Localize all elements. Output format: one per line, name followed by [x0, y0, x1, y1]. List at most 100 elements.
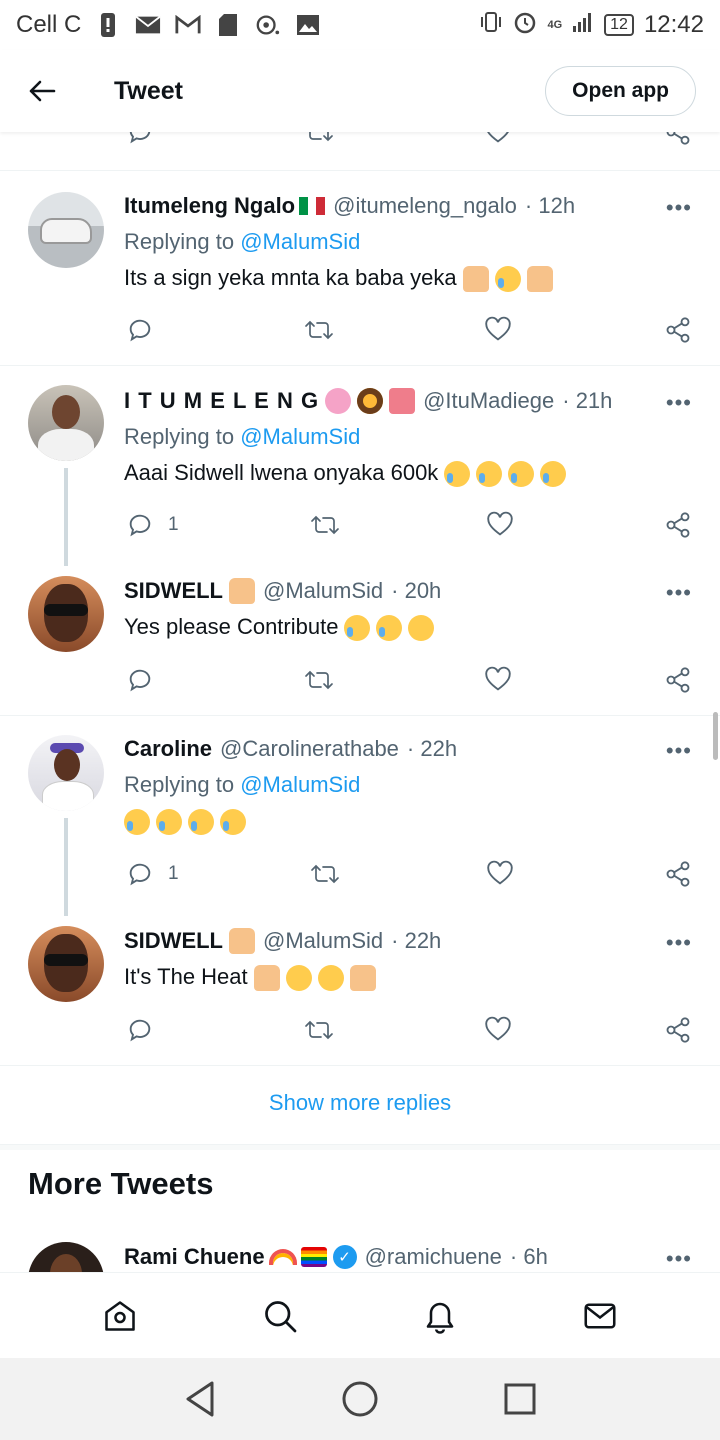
tweet-item[interactable]: Caroline @Carolinerathabe · 22h ••• Repl… — [0, 716, 720, 916]
mention-link[interactable]: @MalumSid — [240, 772, 360, 797]
vibrate-icon — [479, 11, 503, 40]
avatar[interactable] — [28, 735, 104, 811]
nav-back-triangle-icon[interactable] — [170, 1369, 230, 1429]
avatar[interactable] — [28, 926, 104, 1002]
status-bar: Cell C 4G 12 12:42 — [0, 0, 720, 50]
show-more-replies-link[interactable]: Show more replies — [0, 1090, 720, 1116]
user-handle[interactable]: @MalumSid — [263, 928, 383, 954]
tweet-item[interactable]: Itumeleng Ngalo @itumeleng_ngalo · 12h •… — [0, 171, 720, 366]
mention-link[interactable]: @MalumSid — [240, 229, 360, 254]
tweet-item[interactable]: Rami Chuene ✓ @ramichuene · 6h ••• — [0, 1232, 720, 1272]
nav-home-circle-icon[interactable] — [330, 1369, 390, 1429]
display-name[interactable]: I T U M E L E N G — [124, 388, 319, 414]
replying-to: Replying to @MalumSid — [124, 424, 361, 449]
mention-link[interactable]: @MalumSid — [240, 424, 360, 449]
facepalm-emoji — [349, 965, 376, 992]
reply-button[interactable]: 1 — [126, 511, 179, 539]
tweet-text — [118, 808, 246, 836]
user-handle[interactable]: @itumeleng_ngalo — [333, 193, 517, 219]
tweet-item[interactable]: SIDWELL @MalumSid · 22h ••• It's The Hea… — [0, 916, 720, 1066]
share-button[interactable] — [664, 860, 692, 888]
user-handle[interactable]: @MalumSid — [263, 578, 383, 604]
reply-button[interactable] — [126, 666, 168, 694]
tweet-header: Rami Chuene ✓ @ramichuene · 6h — [124, 1244, 548, 1270]
notifications-bell-icon[interactable] — [410, 1286, 470, 1346]
network-type: 4G — [547, 19, 563, 31]
more-options-icon[interactable]: ••• — [666, 930, 692, 956]
sweat-smile-emoji — [376, 615, 403, 642]
more-options-icon[interactable]: ••• — [666, 390, 692, 416]
scrollbar-thumb[interactable] — [713, 712, 718, 760]
thread-line — [64, 468, 68, 566]
more-options-icon[interactable]: ••• — [666, 195, 692, 221]
notification-icons — [95, 13, 321, 37]
share-button[interactable] — [664, 1016, 692, 1044]
avatar[interactable] — [28, 576, 104, 652]
gallery-icon — [295, 13, 321, 37]
sd-card-icon — [215, 13, 241, 37]
retweet-button[interactable] — [304, 1016, 334, 1044]
avatar[interactable] — [28, 1242, 104, 1272]
retweet-button[interactable] — [310, 860, 340, 888]
rofl-emoji — [476, 461, 503, 488]
retweet-button[interactable] — [304, 316, 334, 344]
cherry-blossom-emoji — [325, 388, 352, 414]
back-arrow-icon[interactable] — [24, 73, 60, 109]
system-status: 4G 12 12:42 — [479, 10, 704, 41]
signal-icon — [572, 11, 594, 39]
avatar[interactable] — [28, 192, 104, 268]
weary-face-emoji — [317, 965, 344, 992]
retweet-button[interactable] — [304, 666, 334, 694]
like-button[interactable] — [486, 511, 514, 539]
retweet-icon[interactable] — [304, 132, 334, 146]
system-navigation — [0, 1358, 720, 1440]
reply-button[interactable] — [126, 1016, 168, 1044]
tweet-feed[interactable]: Itumeleng Ngalo @itumeleng_ngalo · 12h •… — [0, 132, 720, 1272]
thread-line — [64, 818, 68, 916]
share-icon[interactable] — [664, 132, 692, 146]
action-bar-partial — [124, 132, 694, 148]
reply-button[interactable] — [126, 316, 168, 344]
home-icon[interactable] — [90, 1286, 150, 1346]
retweet-button[interactable] — [310, 511, 340, 539]
display-name[interactable]: SIDWELL — [124, 578, 223, 604]
like-icon[interactable] — [484, 132, 512, 146]
rainbow-emoji — [268, 1249, 297, 1265]
display-name[interactable]: Itumeleng Ngalo — [124, 193, 295, 219]
share-button[interactable] — [664, 316, 692, 344]
like-button[interactable] — [484, 1016, 512, 1044]
share-button[interactable] — [664, 666, 692, 694]
nav-recents-square-icon[interactable] — [490, 1369, 550, 1429]
tweet-item[interactable]: SIDWELL @MalumSid · 20h ••• Yes please C… — [0, 566, 720, 716]
open-app-button[interactable]: Open app — [545, 66, 696, 116]
bouquet-emoji — [389, 388, 416, 414]
more-options-icon[interactable]: ••• — [666, 1246, 692, 1272]
replying-to: Replying to @MalumSid — [124, 772, 361, 797]
more-options-icon[interactable]: ••• — [666, 580, 692, 606]
avatar[interactable] — [28, 385, 104, 461]
user-handle[interactable]: @ramichuene — [365, 1244, 502, 1270]
like-button[interactable] — [484, 316, 512, 344]
tweet-header: I T U M E L E N G @ItuMadiege · 21h — [124, 388, 612, 414]
user-handle[interactable]: @ItuMadiege — [423, 388, 554, 414]
user-handle[interactable]: @Carolinerathabe — [220, 736, 399, 762]
display-name[interactable]: Rami Chuene — [124, 1244, 265, 1270]
messages-envelope-icon[interactable] — [570, 1286, 630, 1346]
display-name[interactable]: SIDWELL — [124, 928, 223, 954]
clock: 12:42 — [643, 11, 704, 38]
verified-badge-icon: ✓ — [332, 1245, 357, 1269]
tweet-header: SIDWELL @MalumSid · 20h — [124, 578, 441, 604]
search-icon[interactable] — [250, 1286, 310, 1346]
display-name[interactable]: Caroline — [124, 736, 212, 762]
page-title: Tweet — [114, 76, 183, 105]
tweet-text: Its a sign yeka mnta ka baba yeka — [124, 265, 553, 293]
reply-button[interactable]: 1 — [126, 860, 179, 888]
tweet-time: · 12h — [524, 193, 576, 218]
more-options-icon[interactable]: ••• — [666, 738, 692, 764]
tweet-item[interactable]: I T U M E L E N G @ItuMadiege · 21h ••• … — [0, 366, 720, 566]
sweat-smile-emoji — [344, 615, 371, 642]
like-button[interactable] — [486, 860, 514, 888]
like-button[interactable] — [484, 666, 512, 694]
share-button[interactable] — [664, 511, 692, 539]
reply-icon[interactable] — [126, 132, 154, 146]
